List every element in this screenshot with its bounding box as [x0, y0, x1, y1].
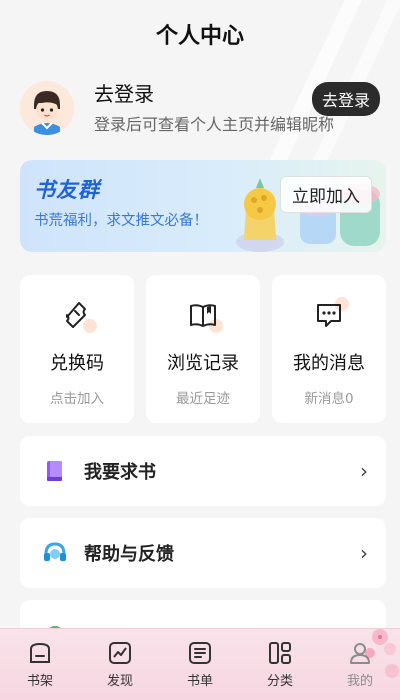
bottom-navigation: 书架 发现 书单 分类 我的	[0, 628, 400, 700]
redeem-code-card[interactable]: 兑换码 点击加入	[20, 275, 134, 423]
message-icon	[313, 297, 349, 331]
login-button[interactable]: 去登录	[311, 82, 380, 116]
nav-bookshelf-label: 书架	[26, 674, 53, 689]
nav-bookshelf[interactable]: 书架	[10, 640, 70, 689]
banner-subtitle: 书荒福利，求文推文必备！	[34, 213, 208, 229]
list-icon	[189, 642, 211, 664]
chevron-right-icon: ›	[360, 459, 368, 483]
help-feedback-label: 帮助与反馈	[84, 544, 174, 565]
quick-actions: 兑换码 点击加入 浏览记录 最近足迹 我的消息 新消息0	[20, 275, 386, 423]
join-group-button[interactable]: 立即加入	[280, 176, 372, 213]
browse-history-card[interactable]: 浏览记录 最近足迹	[146, 275, 260, 423]
nav-category-label: 分类	[266, 674, 293, 689]
browse-history-sub: 最近足迹	[176, 391, 230, 407]
redeem-code-sub: 点击加入	[50, 391, 104, 407]
app-root: 个人中心 去登录 登录后可查看个人主页并编辑昵称 去登录 书友群 书荒福利，求文…	[0, 0, 400, 700]
my-messages-sub: 新消息0	[304, 391, 354, 407]
nav-discover-label: 发现	[106, 674, 133, 689]
avatar[interactable]	[20, 81, 74, 135]
bookshelf-icon	[30, 642, 50, 663]
request-book-label: 我要求书	[84, 462, 156, 483]
grid-icon	[269, 642, 291, 664]
nav-booklist-label: 书单	[186, 674, 213, 689]
request-book-item[interactable]: 我要求书 ›	[20, 436, 386, 506]
user-icon	[350, 643, 370, 664]
page-title: 个人中心	[155, 24, 244, 49]
user-row[interactable]: 去登录 登录后可查看个人主页并编辑昵称 去登录	[20, 80, 386, 136]
banner-title: 书友群	[34, 178, 100, 202]
nav-mine[interactable]: 我的	[330, 640, 390, 689]
book-open-icon	[187, 299, 223, 333]
avatar-icon	[20, 81, 74, 135]
redeem-code-label: 兑换码	[50, 353, 104, 374]
my-messages-card[interactable]: 我的消息 新消息0	[272, 275, 386, 423]
nav-discover[interactable]: 发现	[90, 640, 150, 689]
nav-booklist[interactable]: 书单	[170, 640, 230, 689]
nav-category[interactable]: 分类	[250, 640, 310, 689]
my-messages-label: 我的消息	[293, 353, 365, 374]
help-feedback-item[interactable]: 帮助与反馈 ›	[20, 518, 386, 588]
reader-group-banner[interactable]: 书友群 书荒福利，求文推文必备！ 立即加入	[20, 160, 386, 252]
chart-icon	[109, 642, 131, 664]
ticket-icon	[61, 299, 97, 333]
chevron-right-icon: ›	[360, 541, 368, 565]
browse-history-label: 浏览记录	[167, 353, 239, 374]
purple-book-icon	[42, 458, 68, 484]
headset-icon	[42, 540, 68, 566]
header: 个人中心	[0, 0, 400, 68]
nav-mine-label: 我的	[346, 674, 373, 689]
